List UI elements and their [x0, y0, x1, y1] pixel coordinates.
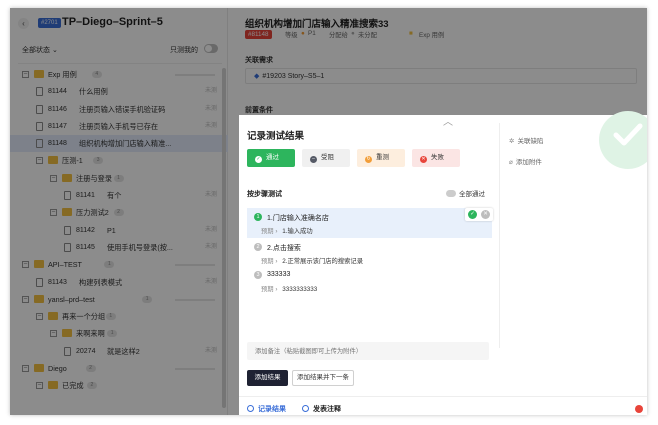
- refresh-icon: ↻: [365, 156, 372, 163]
- step-number: 1: [254, 213, 262, 221]
- tab-comment[interactable]: 发表注释: [302, 404, 341, 414]
- expected-value: 3333333333: [282, 286, 318, 293]
- step-expected: 预期 › 3333333333: [261, 284, 317, 293]
- add-result-next-button[interactable]: 添加结果并下一条: [292, 370, 354, 386]
- step-fail-icon[interactable]: ✕: [481, 210, 490, 219]
- expected-value: 2.正常展示该门店的搜索记录: [282, 258, 364, 265]
- link-defect-link[interactable]: ✲ 关联缺陷: [509, 135, 543, 145]
- test-step[interactable]: 2 2.点击搜索预期 › 2.正常展示该门店的搜索记录: [247, 238, 492, 268]
- step-expected: 预期 › 2.正常展示该门店的搜索记录: [261, 256, 363, 265]
- expected-value: 1.输入成功: [282, 228, 313, 235]
- pass-status-check-icon: [599, 111, 647, 169]
- add-result-button[interactable]: 添加结果: [247, 370, 288, 386]
- arrow-icon: ›: [273, 258, 280, 265]
- check-icon: ✓: [255, 156, 262, 163]
- modal-footer-divider: [239, 396, 647, 397]
- link-defect-label: 关联缺陷: [517, 138, 544, 145]
- tab-record-label: 记录结果: [258, 406, 286, 413]
- step-number: 2: [254, 243, 262, 251]
- fail-label: 失败: [431, 154, 444, 161]
- pass-label: 通过: [266, 154, 279, 161]
- notification-dot[interactable]: [635, 405, 643, 413]
- add-attachment-label: 添加附件: [515, 159, 542, 166]
- close-icon: ✕: [420, 156, 427, 163]
- record-icon: [247, 405, 254, 412]
- bug-icon: ✲: [509, 138, 515, 145]
- test-step[interactable]: 1 1.门店输入准确名店预期 › 1.输入成功 ✓ ✕: [247, 208, 493, 238]
- modal-vertical-divider: [499, 123, 500, 348]
- minus-icon: –: [310, 156, 317, 163]
- retest-label: 重测: [376, 154, 389, 161]
- retest-button[interactable]: ↻ 重测: [357, 149, 405, 167]
- blocked-label: 受阻: [321, 154, 334, 161]
- all-pass-label: 全部通过: [459, 191, 485, 198]
- step-pass-icon[interactable]: ✓: [468, 210, 477, 219]
- test-step[interactable]: 3 333333 预期 › 3333333333: [247, 266, 492, 296]
- arrow-icon: ›: [273, 228, 280, 235]
- remark-input[interactable]: [247, 342, 489, 360]
- add-attachment-link[interactable]: ⌀ 添加附件: [509, 156, 542, 166]
- step-text: 1.门店输入准确名店: [267, 215, 329, 222]
- tab-comment-label: 发表注释: [313, 406, 341, 413]
- fail-button[interactable]: ✕ 失败: [412, 149, 460, 167]
- app-window: ‹ #2701 TP–Diego–Sprint–5 全部状态 ⌄ 只测我的 – E…: [10, 8, 647, 415]
- comment-icon: [302, 405, 309, 412]
- paperclip-icon: ⌀: [509, 159, 513, 166]
- steps-label: 按步骤测试: [247, 191, 282, 198]
- all-pass-toggle[interactable]: 全部通过: [446, 188, 485, 198]
- collapse-chevron-icon[interactable]: ︿: [443, 113, 453, 128]
- expected-label: 预期: [261, 258, 274, 265]
- pass-button[interactable]: ✓ 通过: [247, 149, 295, 167]
- expected-label: 预期: [261, 286, 274, 293]
- tab-record-result[interactable]: 记录结果: [247, 404, 286, 414]
- step-text: 2.点击搜索: [267, 245, 301, 252]
- expected-label: 预期: [261, 228, 274, 235]
- modal-title: 记录测试结果: [247, 131, 305, 142]
- toggle-icon: [446, 190, 456, 197]
- record-result-modal: ︿ 记录测试结果 ✓ 通过 – 受阻 ↻ 重测 ✕ 失败 按步骤测试 全部通过 1 1.门…: [239, 111, 647, 415]
- blocked-button[interactable]: – 受阻: [302, 149, 350, 167]
- arrow-icon: ›: [273, 286, 280, 293]
- step-expected: 预期 › 1.输入成功: [261, 226, 313, 235]
- step-number: 3: [254, 271, 262, 279]
- step-text: 333333: [267, 271, 291, 278]
